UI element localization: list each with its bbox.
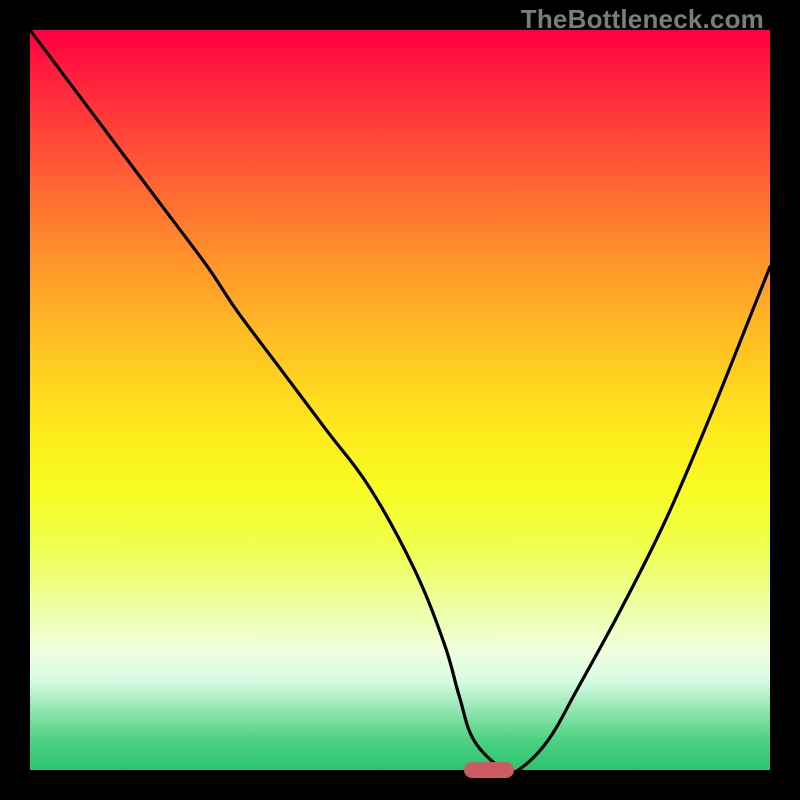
- chart-canvas: TheBottleneck.com: [0, 0, 800, 800]
- watermark-text: TheBottleneck.com: [521, 4, 764, 35]
- plot-area: [30, 30, 770, 770]
- bottleneck-curve: [30, 30, 770, 770]
- minimum-marker: [464, 762, 514, 778]
